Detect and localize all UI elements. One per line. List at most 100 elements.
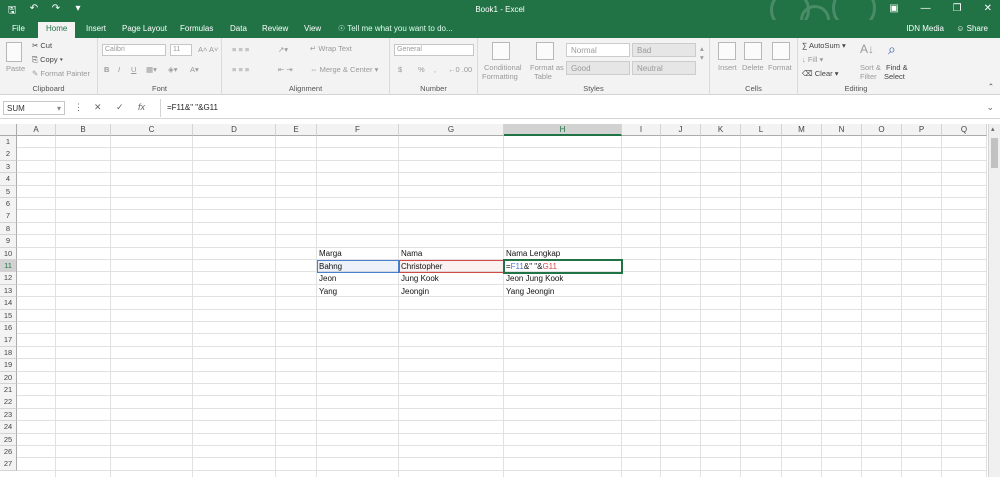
share-button[interactable]: ☺ Share: [956, 24, 988, 33]
column-header-m[interactable]: M: [782, 124, 822, 136]
restore-icon[interactable]: ❐: [953, 3, 962, 14]
vertical-scrollbar[interactable]: ▴: [988, 124, 1000, 477]
select-all-corner[interactable]: [0, 124, 17, 136]
column-header-p[interactable]: P: [902, 124, 942, 136]
row-header-4[interactable]: 4: [0, 173, 17, 186]
row-header-5[interactable]: 5: [0, 185, 17, 199]
row-header-14[interactable]: 14: [0, 297, 17, 310]
row-header-13[interactable]: 13: [0, 284, 17, 298]
borders-icon[interactable]: ▦▾: [146, 65, 157, 74]
column-header-d[interactable]: D: [193, 124, 276, 136]
tab-page-layout[interactable]: Page Layout: [122, 24, 167, 33]
row-header-12[interactable]: 12: [0, 272, 17, 285]
tab-view[interactable]: View: [304, 24, 321, 33]
expand-formula-bar-icon[interactable]: ⌄: [986, 102, 994, 113]
enter-entry-button[interactable]: ✓: [116, 102, 124, 113]
row-header-18[interactable]: 18: [0, 346, 17, 360]
scroll-up-icon[interactable]: ▴: [991, 125, 995, 133]
row-header-15[interactable]: 15: [0, 309, 17, 323]
style-bad[interactable]: Bad: [632, 43, 696, 57]
tell-me-search[interactable]: ☉ Tell me what you want to do...: [338, 24, 453, 33]
minimize-icon[interactable]: —: [921, 3, 931, 14]
format-as-table-button[interactable]: Format as: [530, 63, 564, 72]
row-header-26[interactable]: 26: [0, 446, 17, 459]
sort-filter-button[interactable]: Sort &: [860, 63, 881, 72]
insert-cells-icon[interactable]: [718, 42, 736, 60]
underline-button[interactable]: U: [131, 65, 136, 74]
row-header-24[interactable]: 24: [0, 421, 17, 434]
comma-button[interactable]: ,: [434, 65, 436, 74]
conditional-formatting-button-2[interactable]: Formatting: [482, 72, 518, 81]
cut-button[interactable]: ✂ Cut: [32, 41, 52, 50]
cell-f10[interactable]: Marga: [317, 248, 342, 260]
row-header-20[interactable]: 20: [0, 371, 17, 385]
row-header-8[interactable]: 8: [0, 222, 17, 236]
find-select-button-2[interactable]: Select: [884, 72, 905, 81]
tab-home[interactable]: Home: [38, 22, 76, 38]
row-header-9[interactable]: 9: [0, 235, 17, 248]
cell-f13[interactable]: Yang: [317, 286, 337, 298]
column-header-f[interactable]: F: [317, 124, 399, 136]
sort-filter-button-2[interactable]: Filter: [860, 72, 877, 81]
worksheet[interactable]: ABCDEFGHIJKLMNOPQ 1 2 3 4 5 6 7 8 9 10 11 12 13 14 15 1…: [0, 124, 1000, 477]
row-header-3[interactable]: 3: [0, 160, 17, 174]
column-header-n[interactable]: N: [822, 124, 862, 136]
insert-cells-button[interactable]: Insert: [718, 63, 737, 72]
delete-cells-button[interactable]: Delete: [742, 63, 764, 72]
font-size-select[interactable]: 11: [170, 44, 192, 56]
format-painter-button[interactable]: ✎ Format Painter: [32, 69, 90, 78]
merge-center-button[interactable]: ⇔ Merge & Center ▾: [310, 65, 378, 74]
cell-f11[interactable]: Bahng: [317, 261, 342, 273]
row-header-22[interactable]: 22: [0, 396, 17, 409]
bold-button[interactable]: B: [104, 65, 109, 74]
column-header-c[interactable]: C: [111, 124, 193, 136]
fill-button[interactable]: ↓ Fill ▾: [802, 55, 823, 64]
row-header-2[interactable]: 2: [0, 148, 17, 161]
column-header-l[interactable]: L: [741, 124, 782, 136]
column-header-b[interactable]: B: [56, 124, 111, 136]
conditional-formatting-icon[interactable]: [492, 42, 510, 60]
row-header-16[interactable]: 16: [0, 322, 17, 335]
find-select-button[interactable]: Find &: [886, 63, 908, 72]
delete-cells-icon[interactable]: [744, 42, 762, 60]
format-cells-button[interactable]: Format: [768, 63, 792, 72]
style-normal[interactable]: Normal: [566, 43, 630, 57]
row-header-10[interactable]: 10: [0, 247, 17, 261]
cell-h12[interactable]: Jeon Jung Kook: [504, 273, 563, 285]
ribbon-display-icon[interactable]: ▣: [889, 3, 898, 14]
currency-button[interactable]: $: [398, 65, 402, 74]
styles-scroll-icon[interactable]: ▴ ▾: [700, 44, 704, 62]
cancel-entry-button[interactable]: ✕: [94, 102, 102, 113]
tab-data[interactable]: Data: [230, 24, 247, 33]
number-format-select[interactable]: General: [394, 44, 474, 56]
wrap-text-button[interactable]: ↵ Wrap Text: [310, 44, 352, 53]
top-align-icon[interactable]: ≡ ≡ ≡: [232, 45, 249, 54]
collapse-ribbon-icon[interactable]: ⌃: [988, 82, 994, 91]
cell-h13[interactable]: Yang Jeongin: [504, 286, 554, 298]
column-header-k[interactable]: K: [701, 124, 741, 136]
style-neutral[interactable]: Neutral: [632, 61, 696, 75]
scroll-thumb[interactable]: [991, 138, 998, 168]
cell-g12[interactable]: Jung Kook: [399, 273, 439, 285]
close-icon[interactable]: ✕: [984, 3, 992, 14]
row-header-17[interactable]: 17: [0, 334, 17, 347]
row-header-27[interactable]: 27: [0, 458, 17, 471]
row-header-23[interactable]: 23: [0, 408, 17, 422]
format-cells-icon[interactable]: [772, 42, 790, 60]
indent-icon[interactable]: ⇤ ⇥: [278, 65, 293, 74]
find-icon[interactable]: ⌕: [888, 41, 906, 59]
paste-icon[interactable]: [6, 42, 22, 62]
tab-formulas[interactable]: Formulas: [180, 24, 213, 33]
fill-color-icon[interactable]: ◈▾: [168, 65, 178, 74]
row-header-21[interactable]: 21: [0, 384, 17, 397]
account-name[interactable]: IDN Media: [906, 24, 944, 33]
cell-h10[interactable]: Nama Lengkap: [504, 248, 560, 260]
row-header-19[interactable]: 19: [0, 359, 17, 372]
left-align-icon[interactable]: ≡ ≡ ≡: [232, 65, 249, 74]
format-as-table-button-2[interactable]: Table: [534, 72, 552, 81]
column-header-a[interactable]: A: [17, 124, 56, 136]
copy-button[interactable]: ⎘ Copy ▾: [32, 55, 63, 65]
row-header-25[interactable]: 25: [0, 433, 17, 447]
row-header-6[interactable]: 6: [0, 198, 17, 211]
autosum-button[interactable]: ∑ AutoSum ▾: [802, 41, 846, 50]
